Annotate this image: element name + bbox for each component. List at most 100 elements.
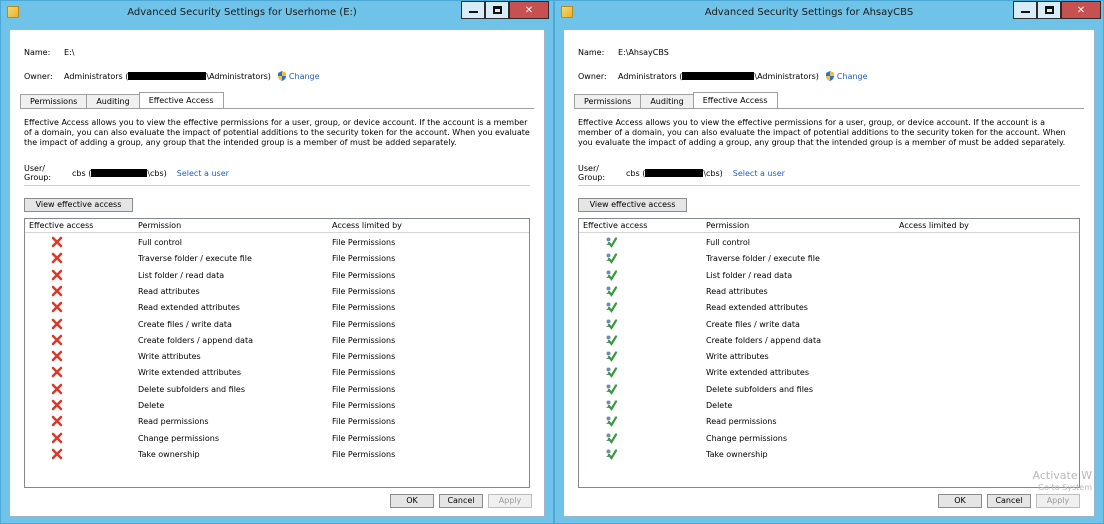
- red-x-icon: [51, 415, 63, 427]
- access-limited-by-cell: File Permissions: [332, 417, 396, 427]
- table-row[interactable]: List folder / read data: [579, 268, 1079, 284]
- green-check-user-icon: [605, 448, 618, 460]
- close-button[interactable]: ✕: [509, 1, 549, 19]
- access-limited-by-cell: File Permissions: [332, 319, 396, 329]
- minimize-button[interactable]: [461, 1, 485, 19]
- permission-cell: Traverse folder / execute file: [138, 254, 252, 264]
- effective-access-grid[interactable]: Effective access Permission Access limit…: [578, 218, 1080, 488]
- ok-button[interactable]: OK: [390, 494, 434, 508]
- title-bar[interactable]: Advanced Security Settings for AhsayCBS …: [555, 1, 1103, 24]
- effective-access-description: Effective Access allows you to view the …: [24, 118, 530, 147]
- select-user-link[interactable]: Select a user: [733, 169, 785, 178]
- column-effective-access[interactable]: Effective access: [29, 221, 93, 230]
- change-owner-link[interactable]: Change: [837, 72, 868, 81]
- uac-shield-icon: [277, 71, 286, 81]
- maximize-button[interactable]: [1037, 1, 1061, 19]
- activation-watermark: Activate W: [1032, 469, 1092, 482]
- red-x-icon: [51, 366, 63, 378]
- close-icon: ✕: [524, 4, 534, 16]
- table-row[interactable]: Read attributes File Permissions: [25, 284, 529, 300]
- tab-permissions[interactable]: Permissions: [20, 94, 88, 108]
- apply-button[interactable]: Apply: [1036, 494, 1080, 508]
- section-separator: [24, 185, 530, 186]
- name-value: E:\: [64, 47, 75, 57]
- cancel-button[interactable]: Cancel: [987, 494, 1031, 508]
- minimize-button[interactable]: [1013, 1, 1037, 19]
- table-row[interactable]: Delete File Permissions: [25, 398, 529, 414]
- name-row: Name: E:\AhsayCBS: [578, 46, 669, 58]
- column-permission[interactable]: Permission: [138, 221, 181, 230]
- owner-prefix: Administrators (: [618, 71, 683, 81]
- table-row[interactable]: Read permissions: [579, 414, 1079, 430]
- user-prefix: cbs (: [626, 168, 646, 178]
- table-row[interactable]: Change permissions File Permissions: [25, 431, 529, 447]
- change-owner-link[interactable]: Change: [289, 72, 320, 81]
- table-row[interactable]: Create folders / append data File Permiss…: [25, 333, 529, 349]
- access-limited-by-cell: File Permissions: [332, 352, 396, 362]
- permission-cell: Write attributes: [706, 352, 769, 362]
- column-access-limited-by[interactable]: Access limited by: [332, 221, 402, 230]
- green-check-user-icon: [605, 252, 618, 265]
- effective-access-grid[interactable]: Effective access Permission Access limit…: [24, 218, 530, 488]
- table-row[interactable]: Read attributes: [579, 284, 1079, 300]
- apply-button[interactable]: Apply: [488, 494, 532, 508]
- red-x-icon: [51, 350, 63, 362]
- tab-auditing[interactable]: Auditing: [640, 94, 694, 108]
- dialog-client-area: Name: E:\AhsayCBS Owner: Administrators …: [563, 29, 1095, 517]
- red-x-icon: [51, 334, 63, 346]
- table-row[interactable]: Delete subfolders and files: [579, 382, 1079, 398]
- owner-label: Owner:: [24, 71, 53, 81]
- table-row[interactable]: Traverse folder / execute file File Permi…: [25, 251, 529, 267]
- view-effective-access-button[interactable]: View effective access: [24, 198, 133, 212]
- tab-effective-access[interactable]: Effective Access: [692, 92, 778, 108]
- view-effective-access-button[interactable]: View effective access: [578, 198, 687, 212]
- close-button[interactable]: ✕: [1061, 1, 1101, 19]
- maximize-icon: [1044, 6, 1054, 14]
- table-row[interactable]: Write extended attributes File Permission…: [25, 365, 529, 381]
- table-row[interactable]: Create folders / append data: [579, 333, 1079, 349]
- table-row[interactable]: Read permissions File Permissions: [25, 414, 529, 430]
- permission-cell: Read permissions: [706, 417, 777, 427]
- table-row[interactable]: Traverse folder / execute file: [579, 251, 1079, 267]
- permission-cell: Write extended attributes: [138, 368, 241, 378]
- table-row[interactable]: Write attributes: [579, 349, 1079, 365]
- access-limited-by-cell: File Permissions: [332, 238, 396, 247]
- permission-cell: Delete: [138, 401, 165, 410]
- table-row[interactable]: Write extended attributes: [579, 365, 1079, 381]
- tab-permissions[interactable]: Permissions: [574, 94, 642, 108]
- table-row[interactable]: Create files / write data: [579, 317, 1079, 333]
- table-row[interactable]: Take ownership: [579, 447, 1079, 463]
- column-permission[interactable]: Permission: [706, 221, 749, 230]
- table-row[interactable]: Create files / write data File Permission…: [25, 317, 529, 333]
- column-access-limited-by[interactable]: Access limited by: [899, 221, 969, 230]
- permission-cell: List folder / read data: [138, 270, 225, 280]
- permission-cell: Create folders / append data: [138, 335, 253, 345]
- column-effective-access[interactable]: Effective access: [583, 221, 647, 230]
- cancel-button[interactable]: Cancel: [439, 494, 483, 508]
- table-row[interactable]: Delete: [579, 398, 1079, 414]
- ok-button[interactable]: OK: [938, 494, 982, 508]
- green-check-user-icon: [605, 301, 618, 314]
- name-label: Name:: [578, 47, 605, 57]
- table-row[interactable]: List folder / read data File Permissions: [25, 268, 529, 284]
- permission-cell: Delete: [706, 401, 733, 410]
- tab-effective-access[interactable]: Effective Access: [138, 92, 224, 108]
- table-row[interactable]: Full control File Permissions: [25, 235, 529, 251]
- user-group-label: User/ Group:: [24, 164, 52, 182]
- select-user-link[interactable]: Select a user: [177, 169, 229, 178]
- table-row[interactable]: Take ownership File Permissions: [25, 447, 529, 463]
- table-row[interactable]: Full control: [579, 235, 1079, 251]
- effective-access-description: Effective Access allows you to view the …: [578, 118, 1066, 147]
- permission-cell: Delete subfolders and files: [706, 384, 814, 394]
- table-row[interactable]: Change permissions: [579, 431, 1079, 447]
- green-check-user-icon: [605, 236, 618, 248]
- table-row[interactable]: Read extended attributes File Permissions: [25, 300, 529, 316]
- tab-auditing[interactable]: Auditing: [86, 94, 140, 108]
- red-x-icon: [51, 301, 63, 313]
- minimize-icon: [1020, 11, 1030, 13]
- table-row[interactable]: Read extended attributes: [579, 300, 1079, 316]
- table-row[interactable]: Delete subfolders and files File Permissi…: [25, 382, 529, 398]
- maximize-button[interactable]: [485, 1, 509, 19]
- title-bar[interactable]: Advanced Security Settings for Userhome …: [1, 1, 553, 24]
- table-row[interactable]: Write attributes File Permissions: [25, 349, 529, 365]
